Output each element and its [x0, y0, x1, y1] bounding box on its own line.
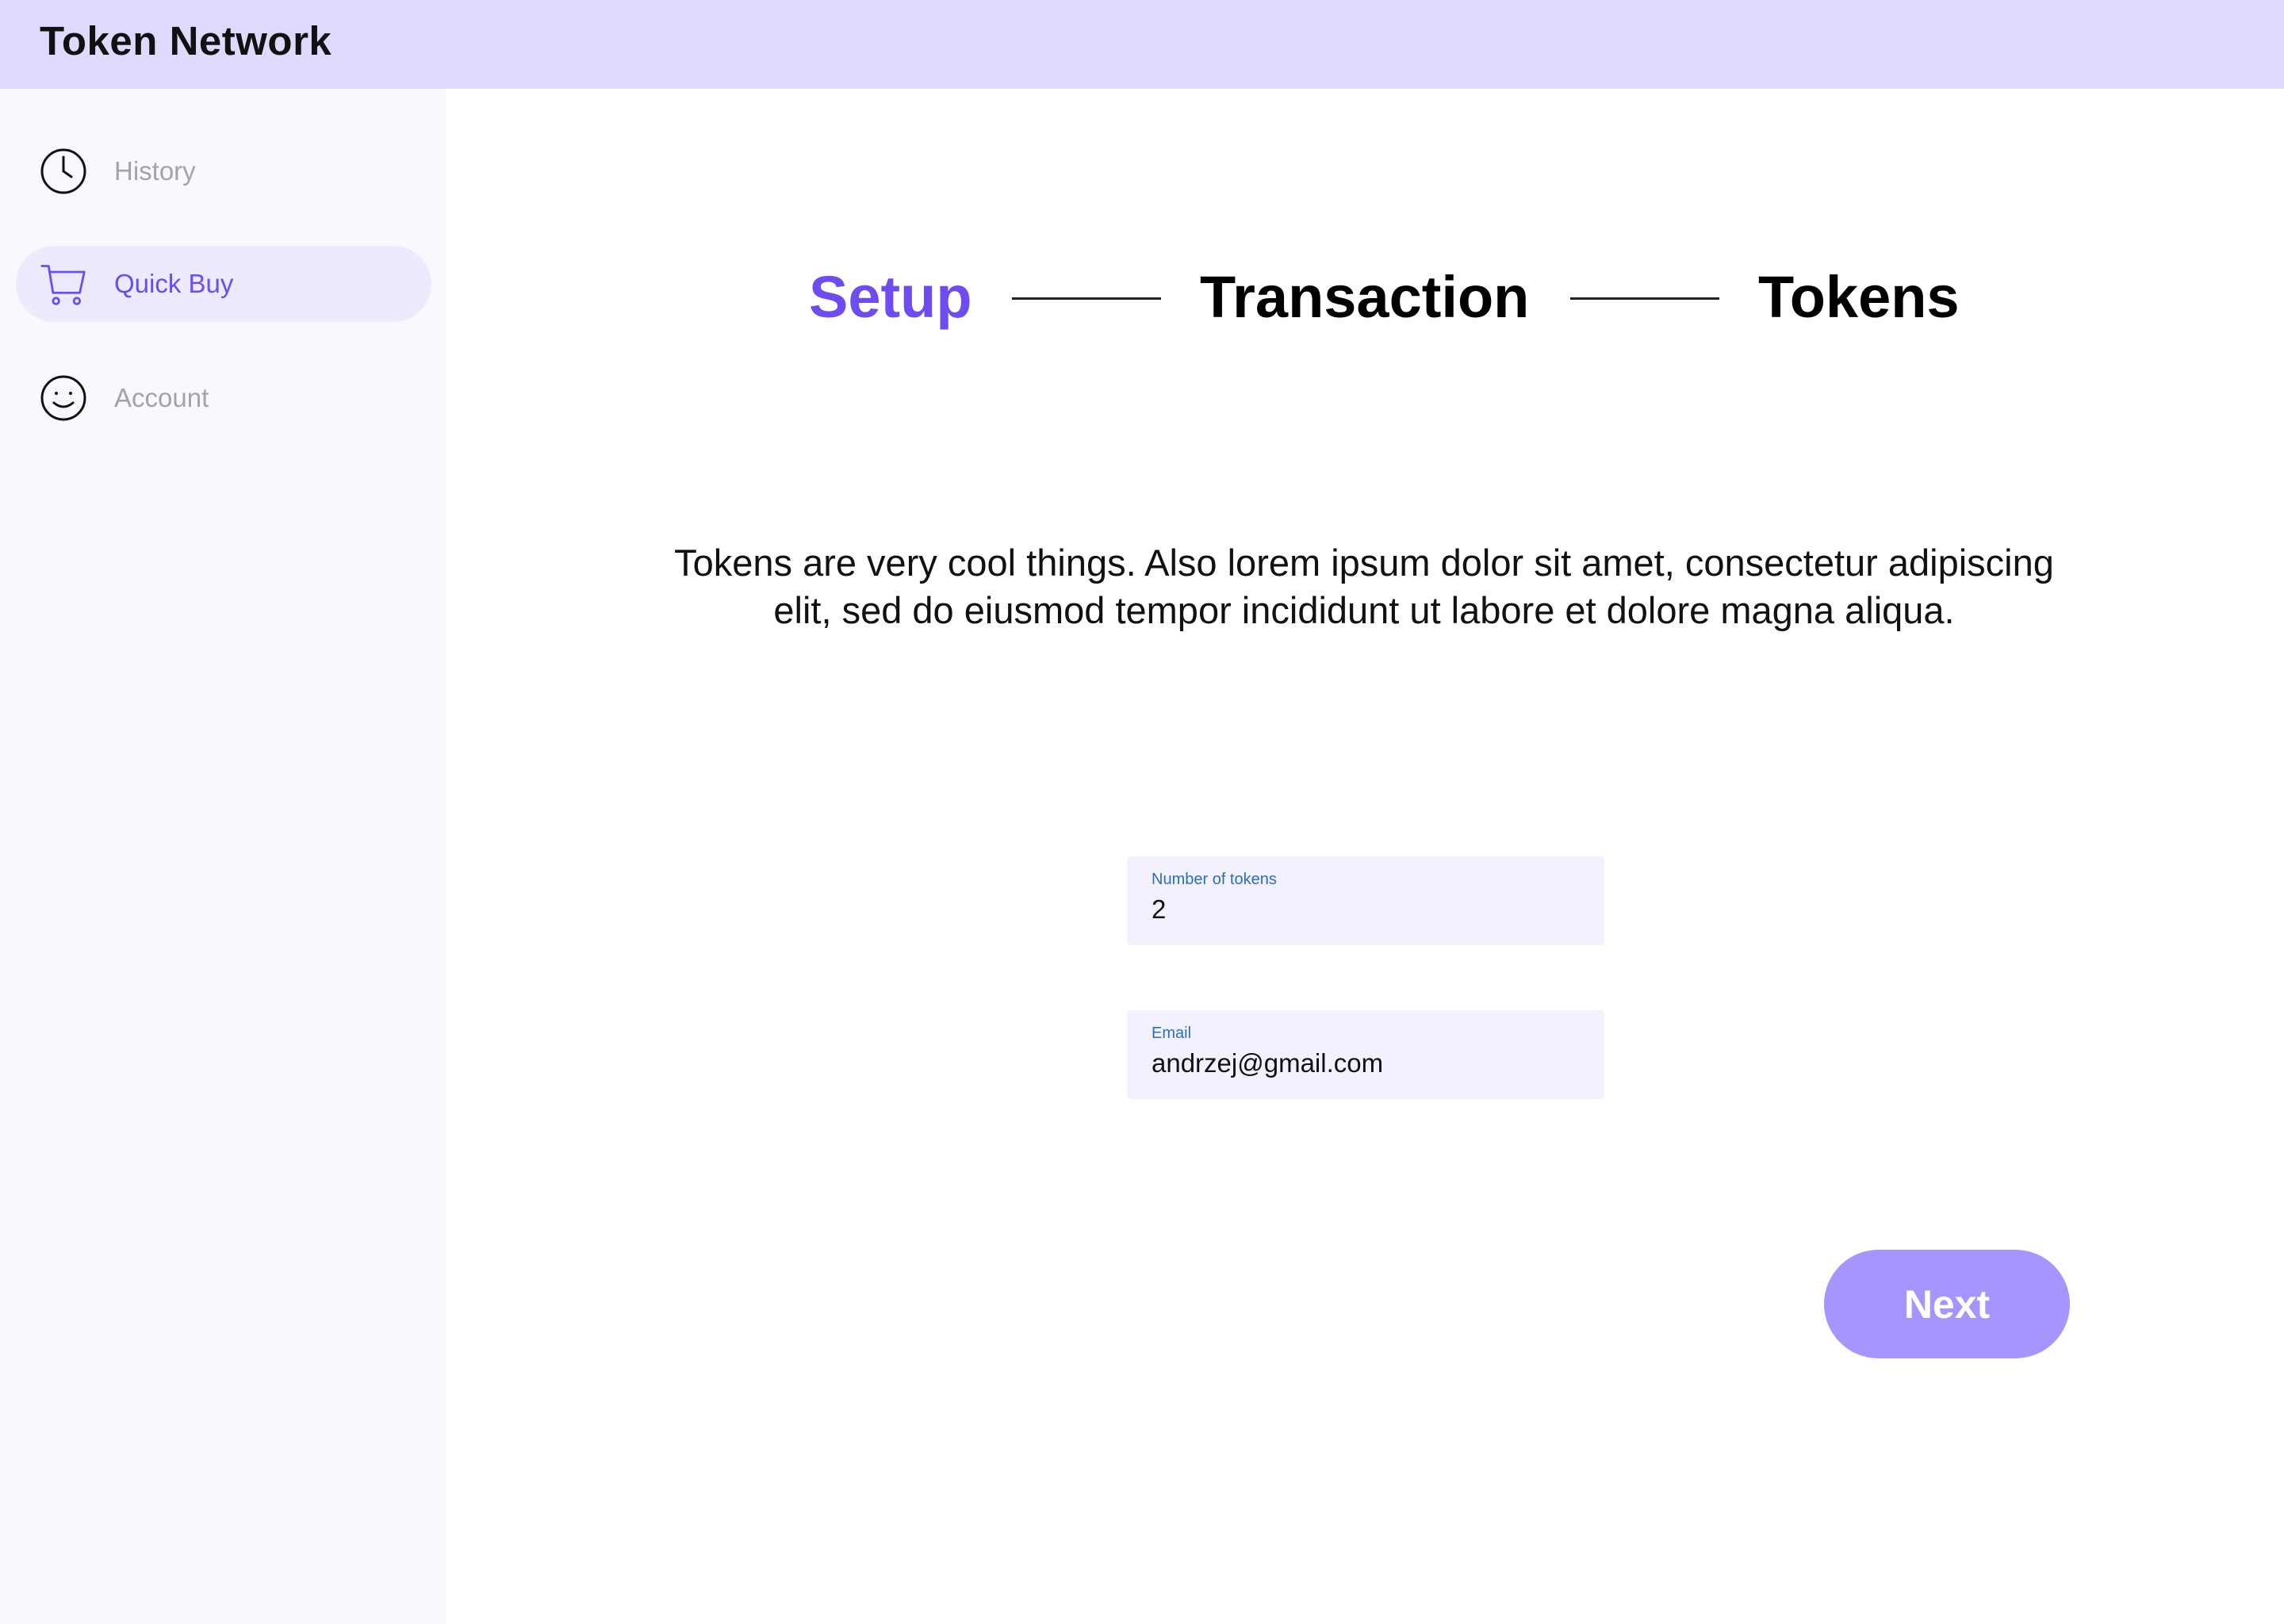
email-input[interactable]	[1152, 1048, 1580, 1078]
sidebar-item-label: History	[114, 156, 196, 186]
top-bar: Token Network	[0, 0, 2284, 89]
step-setup[interactable]: Setup	[809, 262, 972, 333]
sidebar-item-history[interactable]: History	[16, 133, 431, 209]
tokens-input[interactable]	[1152, 894, 1580, 925]
step-transaction[interactable]: Transaction	[1200, 262, 1529, 333]
clock-icon	[40, 147, 87, 195]
stepper: Setup Transaction Tokens	[793, 262, 1983, 333]
email-field[interactable]: Email	[1127, 1010, 1604, 1099]
next-button[interactable]: Next	[1824, 1250, 2070, 1358]
sidebar-item-label: Account	[114, 383, 209, 412]
step-tokens[interactable]: Tokens	[1758, 262, 1960, 333]
sidebar: History Quick Buy Account	[0, 89, 446, 1624]
email-field-label: Email	[1152, 1025, 1192, 1042]
step-connector	[1012, 297, 1161, 300]
smiley-icon	[40, 374, 87, 422]
sidebar-item-account[interactable]: Account	[16, 360, 431, 436]
app-title: Token Network	[40, 18, 332, 63]
cart-icon	[40, 260, 87, 308]
sidebar-item-quick-buy[interactable]: Quick Buy	[16, 246, 431, 322]
tokens-field[interactable]: Number of tokens	[1127, 856, 1604, 945]
sidebar-item-label: Quick Buy	[114, 269, 234, 298]
tokens-field-label: Number of tokens	[1152, 871, 1277, 888]
step-connector	[1570, 297, 1719, 300]
description-text: Tokens are very cool things. Also lorem …	[674, 542, 2054, 631]
